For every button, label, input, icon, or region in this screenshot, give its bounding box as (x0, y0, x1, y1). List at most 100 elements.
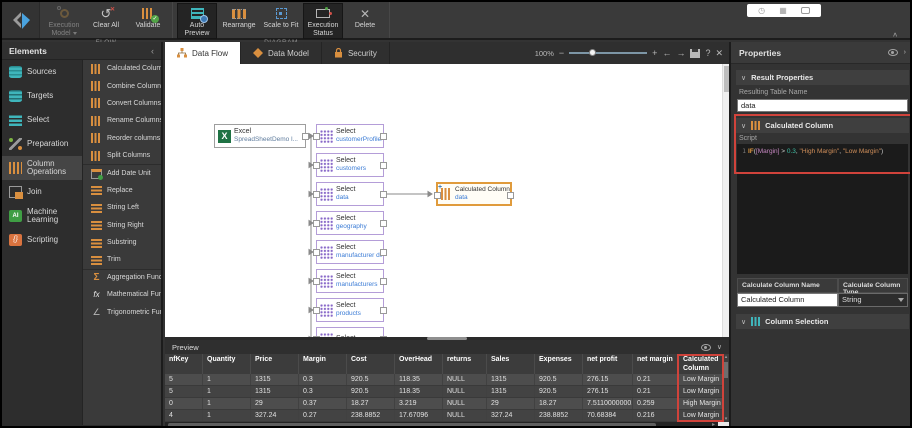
column-header-returns[interactable]: returns (443, 354, 487, 374)
select-node-products[interactable]: Selectproducts (316, 298, 384, 322)
output-connector[interactable] (302, 133, 309, 140)
scroll-right-icon[interactable]: ▸ (712, 422, 715, 428)
feedback-chat-icon[interactable] (801, 7, 810, 14)
column-header-expenses[interactable]: Expenses (535, 354, 583, 374)
save-icon[interactable] (690, 49, 700, 58)
close-canvas-button[interactable]: ✕ (715, 48, 723, 58)
select-node-data[interactable]: Selectdata (316, 182, 384, 206)
preview-collapse-icon[interactable]: ∨ (717, 343, 722, 351)
output-connector[interactable] (380, 220, 387, 227)
sidebar-item-preparation[interactable]: Preparation (2, 132, 82, 156)
sidebar-item-machine-learning[interactable]: AIMachine Learning (2, 204, 82, 228)
input-connector[interactable] (313, 249, 320, 256)
column-header-net-profit[interactable]: net profit (583, 354, 633, 374)
operation-item-split-columns[interactable]: Split Columns (83, 147, 161, 164)
output-connector[interactable] (380, 191, 387, 198)
delete-button[interactable]: ✕ Delete (345, 3, 385, 39)
scale-to-fit-button[interactable]: Scale to Fit (261, 3, 301, 39)
input-connector[interactable] (313, 191, 320, 198)
sidebar-item-sources[interactable]: Sources (2, 60, 82, 84)
column-header-net-margin[interactable]: net margin (633, 354, 679, 374)
sidebar-item-select[interactable]: Select (2, 108, 82, 132)
sidebar-item-column-operations[interactable]: Column Operations (2, 156, 82, 180)
column-header-overhead[interactable]: OverHead (395, 354, 443, 374)
panel-collapse-icon[interactable]: ‹ (151, 46, 154, 56)
output-connector[interactable] (507, 192, 514, 199)
zoom-in-button[interactable]: + (652, 48, 657, 58)
history-icon[interactable]: ◷ (758, 6, 765, 15)
undo-button[interactable]: ← (662, 48, 671, 58)
sidebar-item-targets[interactable]: Targets (2, 84, 82, 108)
operation-item-replace[interactable]: Replace (83, 182, 161, 199)
canvas-vertical-scrollbar[interactable] (722, 64, 729, 337)
help-button[interactable]: ? (705, 48, 710, 58)
clear-all-button[interactable]: ↺✕ Clear All (86, 3, 126, 39)
select-node-manufacturer-deta[interactable]: Selectmanufacturer deta... (316, 240, 384, 264)
output-connector[interactable] (380, 162, 387, 169)
calculated-column-node[interactable]: + Calculated Column data (436, 182, 512, 206)
operation-item-calculated-column[interactable]: Calculated Column (83, 60, 161, 77)
input-connector[interactable] (434, 192, 441, 199)
operation-item-add-date-unit[interactable]: Add Date Unit (83, 164, 161, 181)
preview-visibility-icon[interactable] (701, 344, 711, 351)
select-node-clipped[interactable]: Select (316, 327, 384, 337)
properties-visibility-icon[interactable] (888, 49, 898, 56)
operation-item-string-left[interactable]: String Left (83, 199, 161, 216)
validate-button[interactable]: ✓ Validate (128, 3, 168, 39)
operation-item-string-right[interactable]: String Right (83, 217, 161, 234)
data-flow-canvas[interactable]: X Excel SpreadSheetDemo l... + Calculate… (165, 64, 729, 337)
operation-item-combine-columns[interactable]: Combine Columns (83, 77, 161, 94)
tab-security[interactable]: Security (322, 42, 390, 64)
auto-preview-button[interactable]: Auto Preview (177, 3, 217, 39)
zoom-slider[interactable] (569, 52, 647, 54)
script-code[interactable]: IF([Margin] > 0.3, "High Margin", "Low M… (748, 147, 906, 271)
table-row[interactable]: 01290.3718.273.219NULL2918.277.511000000… (165, 398, 729, 410)
tab-data-flow[interactable]: Data Flow (165, 42, 241, 64)
column-header-cost[interactable]: Cost (347, 354, 395, 374)
zoom-out-button[interactable]: − (559, 48, 564, 58)
ribbon-collapse-icon[interactable]: ∧ (892, 31, 898, 38)
redo-button[interactable]: → (676, 48, 685, 58)
tab-data-model[interactable]: Data Model (241, 42, 322, 64)
table-row[interactable]: 5113150.3920.5118.35NULL1315920.5276.150… (165, 374, 729, 386)
calculated-column-section[interactable]: ∨ Calculated Column (736, 118, 909, 133)
script-editor[interactable]: 1 IF([Margin] > 0.3, "High Margin", "Low… (737, 144, 908, 274)
calculate-column-name-input[interactable]: Calculated Column (737, 293, 838, 307)
input-connector[interactable] (313, 220, 320, 227)
table-row[interactable]: 41327.240.27238.885217.67096NULL327.2423… (165, 410, 729, 422)
resulting-table-name-input[interactable]: data (737, 99, 908, 112)
rearrange-button[interactable]: Rearrange (219, 3, 259, 39)
operation-item-trim[interactable]: Trim (83, 251, 161, 268)
output-connector[interactable] (380, 278, 387, 285)
calculate-column-type-select[interactable]: String (838, 293, 908, 307)
preview-horizontal-scrollbar[interactable]: ▸ (165, 422, 729, 428)
sidebar-item-join[interactable]: Join (2, 180, 82, 204)
table-row[interactable]: 5113150.3920.5118.35NULL1315920.5276.150… (165, 386, 729, 398)
select-node-geography[interactable]: Selectgeography (316, 211, 384, 235)
column-header-nfkey[interactable]: nfKey (165, 354, 203, 374)
operation-item-rename-columns[interactable]: Rename Columns (83, 112, 161, 129)
properties-collapse-icon[interactable]: › (904, 49, 906, 56)
column-header-quantity[interactable]: Quantity (203, 354, 251, 374)
operation-item-convert-columns[interactable]: Convert Columns (83, 95, 161, 112)
output-connector[interactable] (380, 133, 387, 140)
operation-item-substring[interactable]: Substring (83, 234, 161, 251)
scrollbar-thumb[interactable] (724, 362, 728, 378)
excel-source-node[interactable]: X Excel SpreadSheetDemo l... (214, 124, 306, 148)
select-node-customerprofile[interactable]: SelectcustomerProfile... (316, 124, 384, 148)
column-header-sales[interactable]: Sales (487, 354, 535, 374)
operation-item-aggregation-function[interactable]: ΣAggregation Function (83, 269, 161, 286)
column-header-margin[interactable]: Margin (299, 354, 347, 374)
scrollbar-thumb[interactable] (168, 423, 656, 428)
grid-view-icon[interactable]: ▦ (779, 6, 787, 15)
input-connector[interactable] (313, 307, 320, 314)
column-selection-section[interactable]: ∨ Column Selection (736, 314, 909, 329)
zoom-slider-thumb[interactable] (589, 49, 596, 56)
execution-status-button[interactable]: Execution Status (303, 3, 343, 39)
operation-item-mathematical-function[interactable]: fxMathematical Function (83, 286, 161, 303)
select-node-customers[interactable]: Selectcustomers (316, 153, 384, 177)
operation-item-reorder-columns[interactable]: Reorder columns (83, 130, 161, 147)
column-header-price[interactable]: Price (251, 354, 299, 374)
input-connector[interactable] (313, 133, 320, 140)
output-connector[interactable] (380, 249, 387, 256)
